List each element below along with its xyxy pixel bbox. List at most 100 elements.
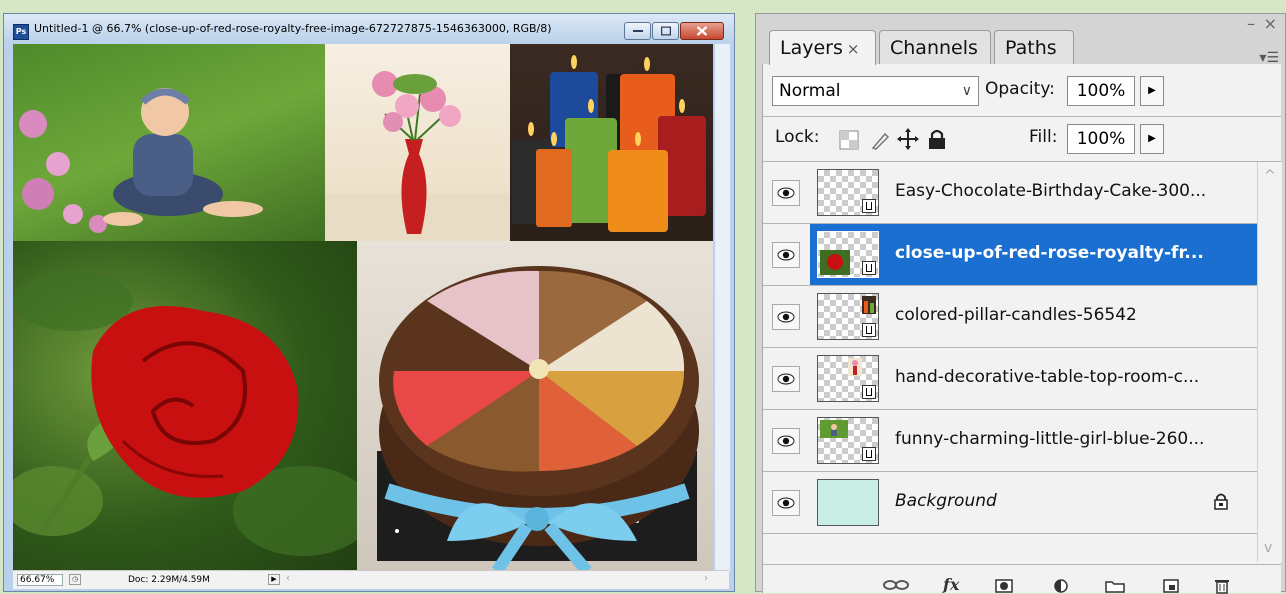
document-title: Untitled-1 @ 66.7% (close-up-of-red-rose… [34,22,552,35]
eye-icon [777,497,795,509]
lock-all-icon[interactable] [927,128,947,150]
add-mask-icon[interactable] [995,579,1013,593]
scroll-right-icon[interactable]: › [704,573,708,584]
rose-photo [13,271,357,556]
layer-name: colored-pillar-candles-56542 [895,305,1137,325]
layer-thumbnail [817,355,879,402]
layer-thumbnail [817,231,879,278]
lock-transparent-pixels-icon[interactable] [839,130,859,150]
photoshop-app-icon: Ps [13,24,29,40]
candles-image [510,44,713,241]
rose-image [13,241,357,572]
eye-icon [777,311,795,323]
close-button[interactable] [680,22,724,40]
tab-channels-label: Channels [890,37,978,59]
layer-name: close-up-of-red-rose-royalty-fr... [895,243,1204,263]
tab-layers[interactable]: Layers × [769,30,876,65]
girl-thumbnail-icon [820,420,848,438]
layer-name-area[interactable]: close-up-of-red-rose-royalty-fr... [810,224,1257,285]
panel-close-icon[interactable]: × [1264,14,1277,33]
eye-icon [777,435,795,447]
opacity-label: Opacity: [985,79,1055,99]
new-group-folder-icon[interactable] [1105,579,1125,593]
layer-name-area[interactable]: Background [810,472,1257,533]
layers-list[interactable]: Easy-Chocolate-Birthday-Cake-300... clos… [763,162,1257,562]
layer-row[interactable]: hand-decorative-table-top-room-c... [763,348,1257,410]
layer-name-area[interactable]: funny-charming-little-girl-blue-260... [810,410,1257,471]
status-menu-arrow-icon[interactable]: ▶ [268,574,280,585]
layer-thumbnail [817,293,879,340]
status-info-icon[interactable]: ◷ [69,574,81,585]
layer-name: funny-charming-little-girl-blue-260... [895,429,1205,449]
document-canvas[interactable] [13,44,713,572]
chevron-down-icon: ∨ [961,83,972,99]
blend-mode-value: Normal [779,81,841,101]
tab-channels[interactable]: Channels [879,30,991,65]
minimize-button[interactable] [624,22,651,40]
lock-image-pixels-brush-icon[interactable] [869,128,891,150]
visibility-toggle[interactable] [772,242,800,268]
blend-mode-select[interactable]: Normal ∨ [772,76,979,106]
tab-close-icon[interactable]: × [847,40,860,58]
new-layer-icon[interactable] [1163,579,1179,593]
smart-object-icon [862,447,876,461]
eye-icon [777,187,795,199]
scroll-left-icon[interactable]: ‹ [286,573,290,584]
scroll-down-icon[interactable]: v [1264,540,1272,556]
eye-icon [777,249,795,261]
scroll-up-icon[interactable]: ^ [1264,168,1276,184]
vase-thumbnail-icon [848,358,862,376]
candles-thumbnail-icon [862,296,876,314]
eye-icon [777,373,795,385]
visibility-toggle[interactable] [772,490,800,516]
fill-label: Fill: [1029,127,1058,147]
candles-photo [512,55,706,232]
maximize-button[interactable] [652,22,679,40]
tab-layers-label: Layers [780,37,843,59]
vase-image [325,44,510,241]
layer-style-fx-icon[interactable]: fx [943,575,959,594]
document-statusbar: 66.67% ◷ Doc: 2.29M/4.59M ▶ ‹ › [13,570,729,589]
adjustment-layer-icon[interactable] [1053,579,1069,593]
tab-paths[interactable]: Paths [994,30,1074,65]
layers-scrollbar[interactable]: ^ v [1257,162,1282,562]
layer-row[interactable]: Easy-Chocolate-Birthday-Cake-300... [763,162,1257,224]
layer-name-area[interactable]: colored-pillar-candles-56542 [810,286,1257,347]
fill-input[interactable]: 100% [1067,124,1135,154]
document-titlebar[interactable]: Ps Untitled-1 @ 66.7% (close-up-of-red-r… [4,14,734,44]
layer-row[interactable]: funny-charming-little-girl-blue-260... [763,410,1257,472]
girl-image [13,44,325,241]
cake-image [357,241,713,572]
close-icon [696,26,708,36]
layer-name-area[interactable]: hand-decorative-table-top-room-c... [810,348,1257,409]
layer-row-selected[interactable]: close-up-of-red-rose-royalty-fr... [763,224,1257,286]
layer-thumbnail [817,479,879,526]
layers-panel-body: Normal ∨ Opacity: 100% ▶ Lock: Fill: 100… [762,64,1282,594]
divider [763,116,1281,117]
visibility-toggle[interactable] [772,366,800,392]
layer-name: Easy-Chocolate-Birthday-Cake-300... [895,181,1207,201]
layers-footer-toolbar: fx [763,575,1281,594]
zoom-level-field[interactable]: 66.67% [17,574,63,586]
rose-thumbnail-icon [820,250,850,275]
layer-name-area[interactable]: Easy-Chocolate-Birthday-Cake-300... [810,162,1257,223]
smart-object-icon [862,199,876,213]
link-layers-icon[interactable] [883,579,909,591]
layer-row-background[interactable]: Background [763,472,1257,534]
lock-position-move-icon[interactable] [897,128,919,150]
panel-minimize-icon[interactable]: – [1247,14,1255,33]
document-vertical-scrollbar[interactable] [715,44,730,572]
layer-row[interactable]: colored-pillar-candles-56542 [763,286,1257,348]
opacity-input[interactable]: 100% [1067,76,1135,106]
smart-object-icon [862,385,876,399]
visibility-toggle[interactable] [772,428,800,454]
smart-object-icon [862,261,876,275]
fill-slider-arrow-icon[interactable]: ▶ [1140,124,1164,154]
opacity-slider-arrow-icon[interactable]: ▶ [1140,76,1164,106]
smart-object-icon [862,323,876,337]
visibility-toggle[interactable] [772,304,800,330]
layer-lock-icon [1214,493,1228,510]
visibility-toggle[interactable] [772,180,800,206]
maximize-icon [660,26,671,36]
layer-name: hand-decorative-table-top-room-c... [895,367,1200,387]
